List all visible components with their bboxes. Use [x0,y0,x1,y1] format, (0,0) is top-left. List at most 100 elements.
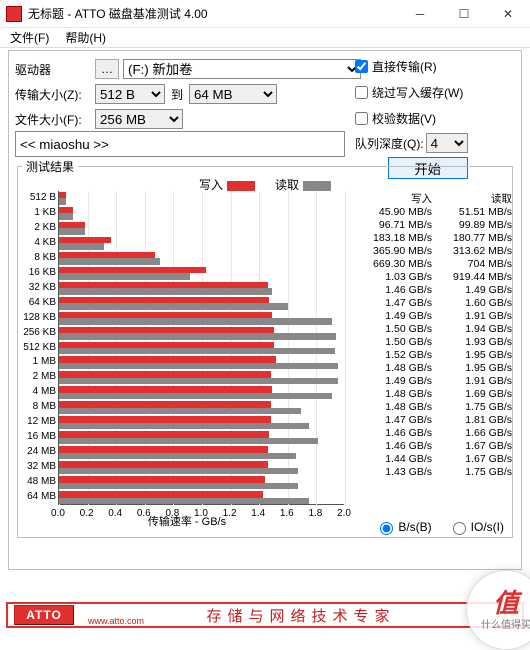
y-tick: 1 KB [22,207,56,219]
y-tick: 24 MB [22,446,56,458]
description-input[interactable] [15,131,345,157]
col-write: 写入 [356,191,436,206]
result-row: 183.18 MB/s180.77 MB/s [356,232,516,245]
bar-write [59,312,272,318]
y-tick: 32 MB [22,461,56,473]
bar-write [59,267,206,273]
drive-select[interactable]: (F:) 新加卷 [123,59,361,79]
y-tick: 128 KB [22,312,56,324]
x-axis-title: 传输速率 - GB/s [22,513,352,529]
result-row: 1.50 GB/s1.93 GB/s [356,336,516,349]
main-panel: 驱动器 … (F:) 新加卷 传输大小(Z): 512 B 到 64 MB 文件… [8,50,522,570]
result-row: 96.71 MB/s99.89 MB/s [356,219,516,232]
close-button[interactable]: ✕ [486,0,530,28]
transfer-to-select[interactable]: 64 MB [189,84,277,104]
col-read: 读取 [436,191,516,206]
bar-read [59,228,85,234]
bar-read [59,288,272,294]
queue-depth-label: 队列深度(Q): [355,135,424,152]
bar-read [59,408,301,414]
direct-io-checkbox[interactable]: 直接传输(R) [355,55,468,77]
bar-read [59,378,338,384]
result-row: 365.90 MB/s313.62 MB/s [356,245,516,258]
y-tick: 4 KB [22,237,56,249]
bar-read [59,483,298,489]
footer-url: www.atto.com [88,616,144,626]
window-title: 无标题 - ATTO 磁盘基准测试 4.00 [28,5,398,22]
bar-read [59,423,309,429]
result-row: 669.30 MB/s704 MB/s [356,258,516,271]
result-row: 1.03 GB/s919.44 MB/s [356,271,516,284]
file-size-label: 文件大小(F): [15,111,95,128]
result-row: 1.46 GB/s1.67 GB/s [356,440,516,453]
bar-read [59,333,336,339]
bar-read [59,303,288,309]
queue-depth-select[interactable]: 4 [426,133,468,153]
bar-write [59,207,73,213]
y-tick: 2 KB [22,222,56,234]
menubar: 文件(F) 帮助(H) [0,28,530,48]
bar-write [59,222,85,228]
result-row: 1.49 GB/s1.91 GB/s [356,375,516,388]
watermark: 值 什么值得买 [466,570,530,650]
y-tick: 8 KB [22,252,56,264]
y-tick: 2 MB [22,371,56,383]
bar-write [59,252,155,258]
results-table: 写入读取 45.90 MB/s51.51 MB/s96.71 MB/s99.89… [356,191,516,479]
bar-read [59,198,66,204]
result-row: 1.47 GB/s1.60 GB/s [356,297,516,310]
result-row: 1.49 GB/s1.91 GB/s [356,310,516,323]
unit-io-radio[interactable]: IO/s(I) [448,519,504,535]
y-tick: 64 MB [22,491,56,503]
bar-read [59,393,332,399]
atto-logo: ATTO [14,605,74,625]
y-tick: 256 KB [22,327,56,339]
y-tick: 1 MB [22,356,56,368]
y-tick: 512 B [22,192,56,204]
drive-label: 驱动器 [15,61,95,78]
file-size-select[interactable]: 256 MB [95,109,183,129]
verify-checkbox[interactable]: 校验数据(V) [355,107,468,129]
minimize-button[interactable]: ─ [398,0,442,28]
result-row: 1.43 GB/s1.75 GB/s [356,466,516,479]
bar-read [59,498,309,504]
maximize-button[interactable]: ☐ [442,0,486,28]
footer: ATTO 存储与网络技术专家 www.atto.com [6,602,524,628]
titlebar: 无标题 - ATTO 磁盘基准测试 4.00 ─ ☐ ✕ [0,0,530,28]
bar-write [59,282,268,288]
bar-read [59,213,73,219]
bar-read [59,363,338,369]
to-label: 到 [171,86,183,103]
y-tick: 4 MB [22,386,56,398]
bar-write [59,297,269,303]
footer-tagline: 存储与网络技术专家 [80,605,522,626]
result-row: 1.46 GB/s1.49 GB/s [356,284,516,297]
menu-file[interactable]: 文件(F) [6,29,53,46]
bar-read [59,258,160,264]
app-icon [6,6,22,22]
menu-help[interactable]: 帮助(H) [61,29,110,46]
y-tick: 16 MB [22,431,56,443]
bar-write [59,327,274,333]
bar-read [59,468,298,474]
unit-bytes-radio[interactable]: B/s(B) [375,519,431,535]
bar-write [59,237,111,243]
bypass-cache-checkbox[interactable]: 绕过写入缓存(W) [355,81,468,103]
result-row: 1.46 GB/s1.66 GB/s [356,427,516,440]
y-tick: 12 MB [22,416,56,428]
result-row: 1.44 GB/s1.67 GB/s [356,453,516,466]
y-tick: 16 KB [22,267,56,279]
y-tick: 8 MB [22,401,56,413]
result-row: 1.48 GB/s1.75 GB/s [356,401,516,414]
bar-read [59,348,335,354]
result-row: 1.48 GB/s1.95 GB/s [356,362,516,375]
swatch-read [303,181,331,191]
result-row: 1.50 GB/s1.94 GB/s [356,323,516,336]
bar-read [59,243,104,249]
transfer-from-select[interactable]: 512 B [95,84,165,104]
bar-read [59,438,318,444]
results-legend: 测试结果 [22,158,78,175]
y-tick: 64 KB [22,297,56,309]
drive-browse-button[interactable]: … [95,59,119,79]
y-tick: 32 KB [22,282,56,294]
